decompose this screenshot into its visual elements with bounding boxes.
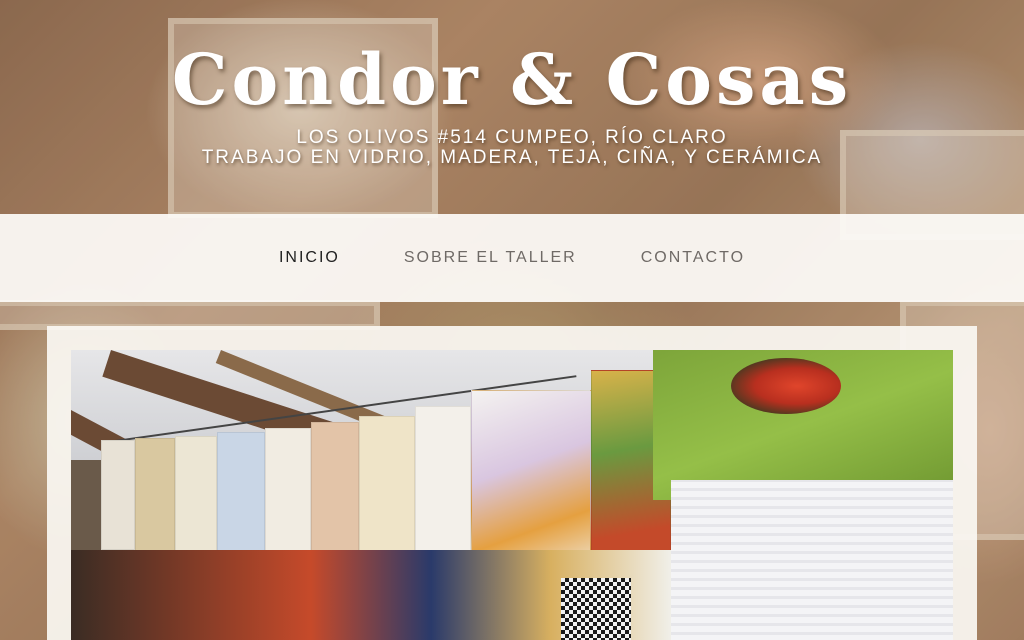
main-content — [47, 326, 977, 640]
photo-napkin — [135, 438, 175, 558]
nav-item-contacto[interactable]: CONTACTO — [609, 241, 777, 275]
photo-rooster-print — [731, 358, 841, 414]
main-navigation: INICIO SOBRE EL TALLER CONTACTO — [0, 214, 1024, 302]
site-header: Condor & Cosas LOS OLIVOS #514 CUMPEO, R… — [0, 0, 1024, 214]
photo-napkin — [101, 440, 135, 550]
site-tagline-description: TRABAJO EN VIDRIO, MADERA, TEJA, CIÑA, Y… — [201, 147, 823, 168]
nav-item-sobre-el-taller[interactable]: SOBRE EL TALLER — [372, 241, 609, 275]
photo-white-towel — [671, 480, 953, 640]
photo-checkered-cloth — [561, 578, 631, 640]
nav-item-inicio[interactable]: INICIO — [247, 241, 372, 275]
hero-photo — [71, 350, 953, 640]
site-tagline-address: LOS OLIVOS #514 CUMPEO, RÍO CLARO — [296, 127, 728, 148]
photo-napkin — [175, 436, 217, 566]
site-title[interactable]: Condor & Cosas — [0, 38, 1024, 121]
